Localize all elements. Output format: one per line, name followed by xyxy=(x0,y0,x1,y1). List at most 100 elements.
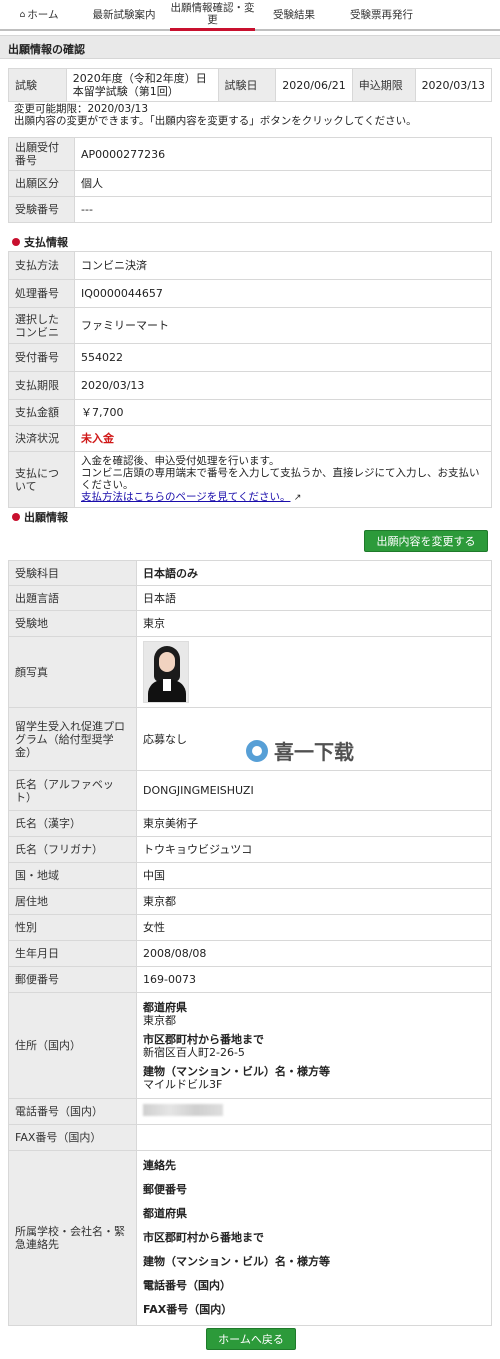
phone-label: 電話番号（国内） xyxy=(8,1098,137,1125)
exam-no-label: 受験番号 xyxy=(8,196,75,223)
store-value: ファミリーマート xyxy=(74,307,492,344)
about-line2: コンビニ店頭の専用端末で番号を入力して支払うか、直接レジにて入力し、お支払いくだ… xyxy=(81,467,480,491)
school-city: 市区郡町村から番地まで xyxy=(143,1231,264,1244)
photo-cell xyxy=(136,636,492,708)
gender-value: 女性 xyxy=(136,914,492,941)
addr-city-value: 新宿区百人町2-26-5 xyxy=(143,1045,245,1059)
gender-label: 性別 xyxy=(8,914,137,941)
change-deadline-text: 変更可能期限：2020/03/13 xyxy=(14,103,149,115)
applicant-photo xyxy=(143,641,189,703)
store-label: 選択したコンビニ xyxy=(8,307,75,344)
page-title: 出願情報の確認 xyxy=(0,35,500,59)
bullet-icon xyxy=(12,238,20,246)
pay-deadline-label: 支払期限 xyxy=(8,371,75,400)
payment-heading: 支払情報 xyxy=(12,234,68,250)
bullet-icon xyxy=(12,513,20,521)
amount-value: ￥7,700 xyxy=(74,399,492,426)
redacted-phone xyxy=(143,1104,223,1116)
payment-table: 支払方法 コンビニ決済 処理番号 IQ0000044657 選択したコンビニ フ… xyxy=(8,251,492,508)
birth-value: 2008/08/08 xyxy=(136,940,492,967)
addr-bldg-heading: 建物（マンション・ビル）名・様方等 xyxy=(143,1064,330,1078)
addr-city-heading: 市区郡町村から番地まで xyxy=(143,1032,264,1046)
status-label: 決済状況 xyxy=(8,425,75,452)
change-notice: 変更可能期限：2020/03/13 出願内容の変更ができます。「出願内容を変更す… xyxy=(14,103,417,127)
name-kanji-value: 東京美術子 xyxy=(136,810,492,837)
school-postal: 郵便番号 xyxy=(143,1183,187,1196)
about-label: 支払について xyxy=(8,451,75,508)
school-label: 所属学校・会社名・緊急連絡先 xyxy=(8,1150,137,1326)
watermark-icon xyxy=(246,739,268,762)
nav-reissue-label: 受験票再発行 xyxy=(350,8,413,21)
address-value: 都道府県 東京都 市区郡町村から番地まで 新宿区百人町2-26-5 建物（マンシ… xyxy=(136,992,492,1099)
fax-label: FAX番号（国内） xyxy=(8,1124,137,1151)
subject-value: 日本語のみ xyxy=(136,560,492,586)
deadline-label: 申込期限 xyxy=(351,68,416,102)
deadline-value: 2020/03/13 xyxy=(414,68,493,102)
fax-value xyxy=(136,1124,492,1151)
receipt-no-label: 出願受付番号 xyxy=(8,137,75,171)
exam-label: 試験 xyxy=(8,68,67,102)
about-line1: 入金を確認後、申込受付処理を行います。 xyxy=(81,455,280,467)
addr-pref-value: 東京都 xyxy=(143,1013,176,1027)
photo-label: 顔写真 xyxy=(8,636,137,708)
site-label: 受験地 xyxy=(8,610,137,637)
school-pref: 都道府県 xyxy=(143,1207,187,1220)
change-application-button[interactable]: 出願内容を変更する xyxy=(364,530,488,552)
site-value: 東京 xyxy=(136,610,492,637)
address-label: 住所（国内） xyxy=(8,992,137,1099)
nav-home-label: ホーム xyxy=(27,8,59,21)
pay-method-label: 支払方法 xyxy=(8,251,75,280)
exam-date-label: 試験日 xyxy=(217,68,277,102)
watermark-text: 喜一下载 xyxy=(274,740,354,764)
name-alpha-label: 氏名（アルファベット） xyxy=(8,770,137,811)
postal-value: 169-0073 xyxy=(136,966,492,993)
addr-bldg-value: マイルドビル3F xyxy=(143,1077,223,1091)
lang-value: 日本語 xyxy=(136,585,492,611)
residence-label: 居住地 xyxy=(8,888,137,915)
payment-heading-text: 支払情報 xyxy=(24,236,68,249)
application-heading-text: 出願情報 xyxy=(24,511,68,524)
country-value: 中国 xyxy=(136,862,492,889)
nav-application-confirm[interactable]: 出願情報確認・変更 xyxy=(170,0,255,31)
nav-result-label: 受験結果 xyxy=(273,8,315,21)
change-instruction-text: 出願内容の変更ができます。「出願内容を変更する」ボタンをクリックしてください。 xyxy=(14,115,417,127)
nav-latest-exam[interactable]: 最新試験案内 xyxy=(78,0,170,29)
payment-method-link[interactable]: 支払方法はこちらのページを見てください。 xyxy=(81,491,290,503)
exam-table: 試験 2020年度（令和2年度）日本留学試験（第1回） 試験日 2020/06/… xyxy=(8,68,493,102)
nav-home[interactable]: ⌂ ホーム xyxy=(0,0,78,29)
subject-label: 受験科目 xyxy=(8,560,137,586)
status-value: 未入金 xyxy=(74,425,492,452)
receipt-no-value: AP0000277236 xyxy=(74,137,492,171)
nav-latest-label: 最新試験案内 xyxy=(92,8,156,21)
type-value: 個人 xyxy=(74,170,492,197)
birth-label: 生年月日 xyxy=(8,940,137,967)
pay-deadline-value: 2020/03/13 xyxy=(74,371,492,400)
home-return-button[interactable]: ホームへ戻る xyxy=(206,1328,296,1350)
school-contact: 連絡先 xyxy=(143,1159,176,1172)
application-table: 受験科目 日本語のみ 出題言語 日本語 受験地 東京 顔写真 留学生受入れ促進プ… xyxy=(8,560,492,1326)
postal-label: 郵便番号 xyxy=(8,966,137,993)
exam-date-value: 2020/06/21 xyxy=(275,68,353,102)
country-label: 国・地域 xyxy=(8,862,137,889)
addr-pref-heading: 都道府県 xyxy=(143,1000,187,1014)
about-value: 入金を確認後、申込受付処理を行います。 コンビニ店頭の専用端末で番号を入力して支… xyxy=(74,451,492,508)
pay-method-value: コンビニ決済 xyxy=(74,251,492,280)
school-phone: 電話番号（国内） xyxy=(143,1279,231,1292)
nav-confirm-label: 出願情報確認・変更 xyxy=(170,2,255,26)
pay-receipt-value: 554022 xyxy=(74,343,492,372)
nav-ticket-reissue[interactable]: 受験票再発行 xyxy=(333,0,430,29)
pay-receipt-label: 受付番号 xyxy=(8,343,75,372)
process-no-value: IQ0000044657 xyxy=(74,279,492,308)
home-icon: ⌂ xyxy=(19,9,26,20)
nav-exam-result[interactable]: 受験結果 xyxy=(255,0,333,29)
external-link-icon: ↗ xyxy=(293,493,302,503)
name-kanji-label: 氏名（漢字） xyxy=(8,810,137,837)
school-bldg: 建物（マンション・ビル）名・様方等 xyxy=(143,1255,330,1268)
top-nav: ⌂ ホーム 最新試験案内 出願情報確認・変更 受験結果 受験票再発行 xyxy=(0,0,500,31)
application-heading: 出願情報 xyxy=(12,509,68,525)
watermark-logo: 喜一下载 xyxy=(246,736,354,765)
lang-label: 出題言語 xyxy=(8,585,137,611)
residence-value: 東京都 xyxy=(136,888,492,915)
school-fax: FAX番号（国内） xyxy=(143,1303,233,1316)
phone-value xyxy=(136,1098,492,1125)
